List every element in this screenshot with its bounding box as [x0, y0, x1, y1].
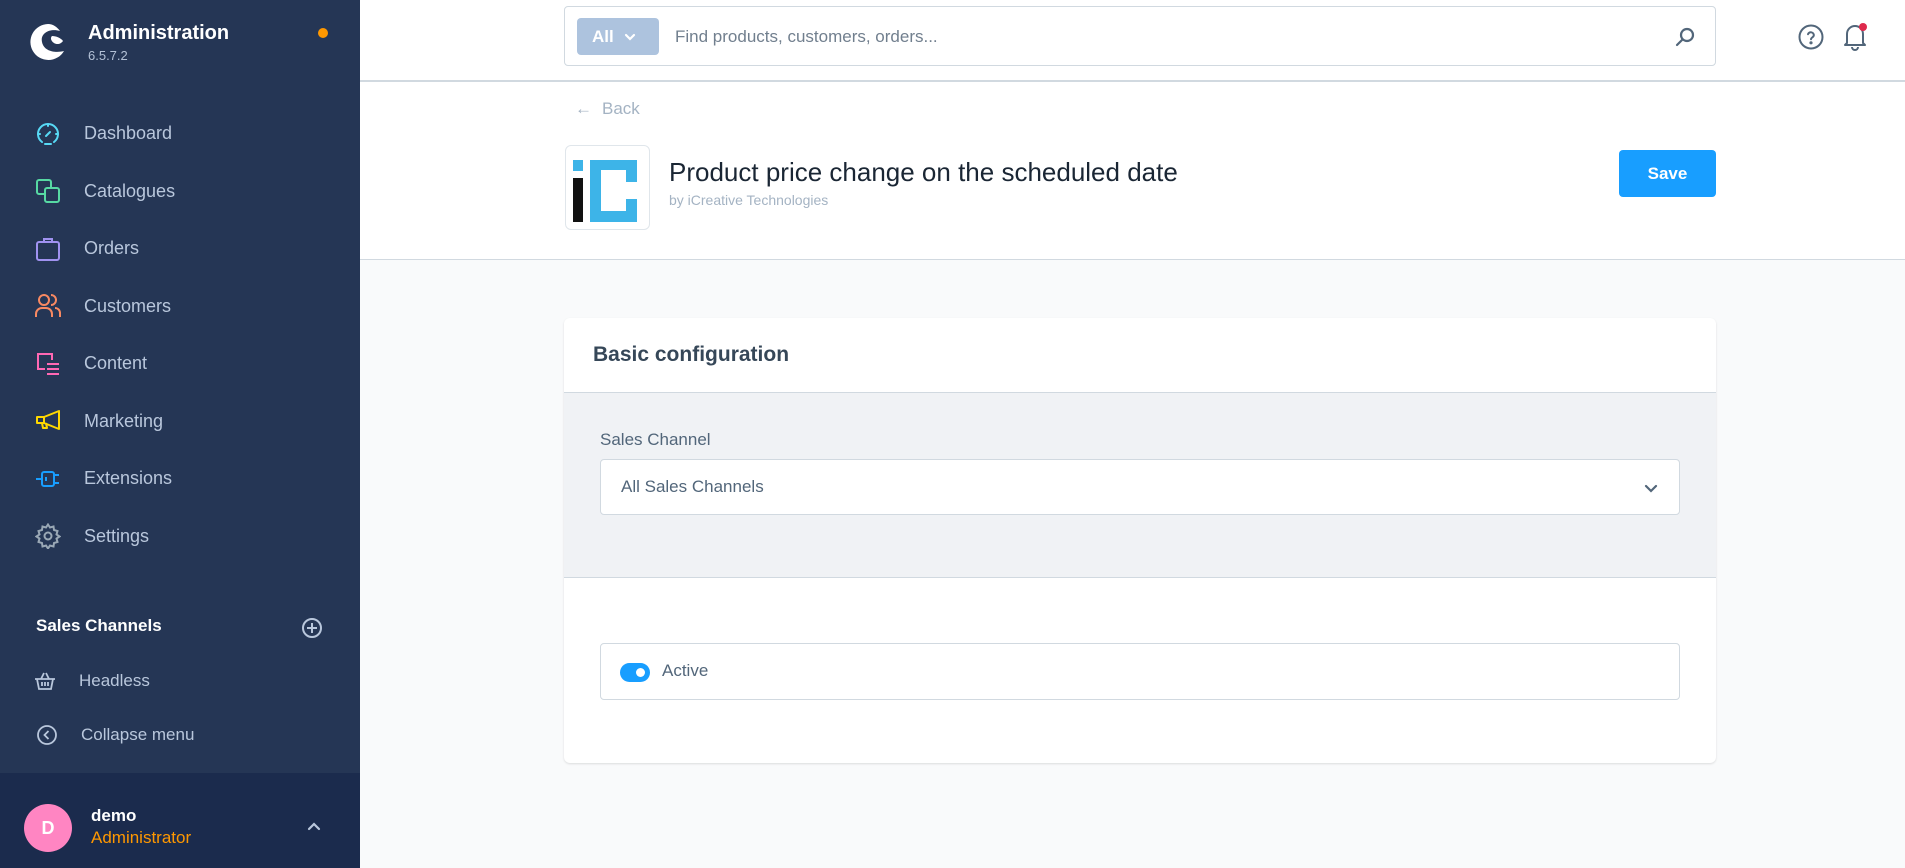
basket-icon [35, 672, 55, 690]
sidebar-item-label: Customers [84, 295, 172, 316]
sales-channel-item-headless[interactable]: Headless [0, 664, 360, 698]
toggle-knob [636, 668, 645, 677]
sales-channel-label: Headless [79, 671, 150, 690]
user-role: Administrator [91, 828, 192, 847]
page-header: ← Back Product price change on the sched… [360, 82, 1905, 260]
back-label: Back [602, 99, 640, 118]
shopping-bag-icon [35, 236, 61, 262]
main-navigation: Dashboard Catalogues Orders Customers Co… [0, 105, 360, 565]
search-input[interactable] [675, 21, 1635, 53]
content-icon [35, 351, 61, 377]
active-label: Active [662, 661, 709, 680]
sidebar-item-content[interactable]: Content [0, 335, 360, 393]
notification-bell-icon[interactable] [1840, 21, 1870, 51]
user-name: demo [91, 806, 137, 825]
top-bar: All [360, 0, 1905, 82]
megaphone-icon [35, 408, 61, 434]
add-sales-channel-icon[interactable] [301, 617, 323, 639]
sidebar-item-label: Dashboard [84, 123, 173, 144]
sidebar-item-dashboard[interactable]: Dashboard [0, 105, 360, 163]
users-icon [35, 293, 61, 319]
save-button[interactable]: Save [1619, 150, 1716, 197]
collapse-menu-button[interactable]: Collapse menu [0, 718, 360, 752]
sidebar-item-customers[interactable]: Customers [0, 278, 360, 336]
sidebar-item-label: Catalogues [84, 180, 176, 201]
page-title: Product price change on the scheduled da… [669, 157, 1178, 187]
app-title: Administration [88, 22, 230, 44]
search-type-label: All [592, 26, 614, 46]
active-section: Active [564, 578, 1716, 763]
notification-dot [318, 28, 328, 38]
card-title: Basic configuration [593, 343, 790, 366]
chevron-left-circle-icon [37, 725, 57, 745]
search-type-dropdown[interactable]: All [577, 18, 659, 55]
extension-vendor: by iCreative Technologies [669, 192, 829, 208]
gauge-icon [35, 121, 61, 147]
sales-channel-label: Sales Channel [600, 430, 711, 449]
sidebar-item-label: Marketing [84, 410, 164, 431]
plug-icon [35, 466, 61, 492]
extension-logo [565, 145, 650, 230]
sidebar-item-label: Settings [84, 525, 150, 546]
sidebar-item-marketing[interactable]: Marketing [0, 393, 360, 451]
sales-channels-heading: Sales Channels [36, 616, 162, 635]
sidebar-item-extensions[interactable]: Extensions [0, 450, 360, 508]
active-toggle[interactable] [620, 663, 650, 682]
back-link[interactable]: ← Back [575, 99, 640, 119]
sidebar-item-settings[interactable]: Settings [0, 508, 360, 566]
arrow-left-icon: ← [575, 99, 592, 118]
brand-header: Administration 6.5.7.2 [0, 0, 360, 80]
global-search: All [564, 6, 1716, 66]
collapse-menu-label: Collapse menu [81, 725, 195, 744]
card-header: Basic configuration [564, 318, 1716, 393]
chevron-down-icon [1644, 484, 1658, 493]
avatar: D [24, 804, 72, 852]
shopware-logo-icon [30, 24, 64, 60]
sales-channel-select[interactable]: All Sales Channels [600, 459, 1680, 515]
active-field: Active [600, 643, 1680, 700]
basic-configuration-card: Basic configuration Sales Channel All Sa… [564, 318, 1716, 763]
sidebar: Administration 6.5.7.2 Dashboard Catalog… [0, 0, 360, 868]
chevron-down-icon [624, 33, 635, 41]
sales-channel-value: All Sales Channels [621, 477, 764, 496]
sidebar-item-label: Content [84, 353, 148, 374]
help-icon[interactable] [1797, 23, 1825, 51]
sidebar-item-label: Extensions [84, 468, 173, 489]
chevron-up-icon[interactable] [305, 818, 323, 836]
search-icon[interactable] [1673, 25, 1697, 49]
sidebar-item-catalogues[interactable]: Catalogues [0, 163, 360, 221]
user-menu[interactable]: D demo Administrator [0, 773, 360, 868]
catalogue-icon [35, 178, 61, 204]
gear-icon [35, 523, 61, 550]
sidebar-item-label: Orders [84, 238, 140, 259]
app-version: 6.5.7.2 [88, 48, 128, 63]
sidebar-item-orders[interactable]: Orders [0, 220, 360, 278]
sales-channel-section: Sales Channel All Sales Channels [564, 393, 1716, 578]
